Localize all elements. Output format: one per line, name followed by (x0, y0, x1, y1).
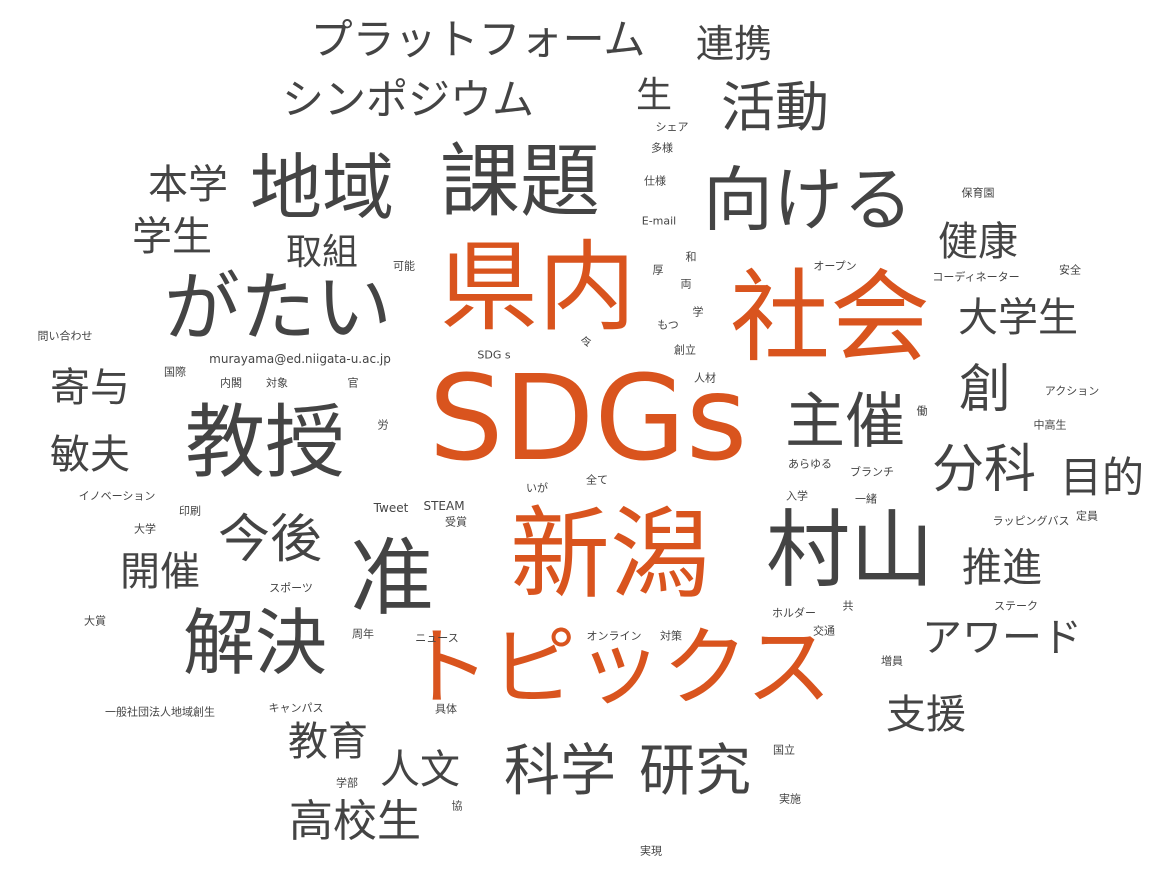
cloud-word: イノベーション (78, 489, 156, 503)
cloud-word: 敏夫 (50, 432, 130, 478)
cloud-word: 入学 (786, 489, 808, 503)
cloud-word: 厚 (652, 263, 664, 277)
cloud-word: Tweet (373, 501, 409, 515)
cloud-word: STEAM (423, 499, 465, 513)
cloud-word: 教授 (185, 396, 345, 489)
cloud-word: がたい (164, 263, 392, 352)
cloud-word: 安全 (1059, 263, 1081, 277)
cloud-word: E-mail (641, 214, 677, 228)
cloud-word: 両 (680, 277, 692, 291)
cloud-word: 仕様 (644, 174, 666, 188)
cloud-word: 創立 (674, 343, 696, 357)
cloud-word: 実施 (779, 792, 801, 806)
cloud-word: 主催 (785, 387, 905, 457)
cloud-word: 寄与 (50, 365, 130, 411)
cloud-word: 和 (685, 250, 697, 264)
cloud-word: もつ (657, 318, 679, 332)
cloud-word: シンポジウム (281, 75, 535, 124)
cloud-word: 活動 (721, 76, 829, 139)
cloud-word: 問い合わせ (37, 329, 93, 343)
cloud-word: プラットフォーム (310, 15, 646, 64)
cloud-word: 准 (349, 529, 435, 627)
cloud-word: キャンパス (268, 701, 324, 715)
cloud-word: 一般社団法人地域創生 (105, 705, 215, 719)
cloud-word: 交通 (813, 624, 835, 638)
cloud-word: 社会 (730, 259, 930, 376)
cloud-word: アクション (1044, 384, 1100, 398)
cloud-word: 解決 (182, 601, 328, 685)
cloud-word: 連携 (695, 22, 773, 66)
cloud-word: 研究 (639, 739, 751, 804)
cloud-word: 大賞 (84, 614, 106, 628)
cloud-word: murayama@ed.niigata-u.ac.jp (209, 352, 391, 366)
cloud-word: 学部 (336, 776, 358, 790)
cloud-word: アワード (922, 615, 1082, 661)
cloud-word: 官 (347, 376, 359, 390)
cloud-word: ラッピングバス (992, 514, 1070, 528)
cloud-word: コーディネーター (932, 270, 1020, 284)
cloud-word: 学 (692, 305, 704, 319)
cloud-word: 増員 (881, 654, 903, 668)
cloud-word: ブランチ (850, 465, 894, 479)
cloud-word: 対策 (660, 629, 682, 643)
cloud-word: 大学 (134, 522, 156, 536)
cloud-word: 対象 (266, 376, 288, 390)
cloud-word: 生 (635, 75, 673, 116)
cloud-word: 人材 (694, 371, 716, 385)
cloud-word: 大学生 (958, 295, 1078, 341)
cloud-word: 向ける (703, 159, 913, 241)
cloud-word: 保育園 (961, 186, 995, 200)
cloud-word: SDG s (477, 348, 511, 362)
cloud-word: 一緒 (855, 492, 877, 506)
cloud-word: 新潟 (510, 496, 710, 613)
cloud-word: 県内 (439, 231, 637, 345)
cloud-word: 全て (586, 473, 608, 487)
cloud-word: 具体 (435, 702, 457, 716)
cloud-word: 令 (580, 335, 592, 349)
cloud-word: 学生 (132, 214, 212, 260)
cloud-word: 受賞 (445, 515, 467, 529)
cloud-word: 人文 (380, 747, 460, 793)
cloud-word: 多様 (651, 141, 673, 155)
cloud-word: 支援 (886, 692, 966, 738)
cloud-word: 健康 (938, 219, 1018, 265)
cloud-word: 分科 (931, 440, 1037, 500)
cloud-word: いが (526, 481, 548, 495)
cloud-word: あらゆる (788, 457, 832, 471)
cloud-word: 目的 (1059, 453, 1145, 502)
cloud-word: 村山 (765, 501, 935, 599)
cloud-word: スポーツ (269, 581, 313, 595)
cloud-word: オンライン (586, 629, 642, 643)
cloud-word: 課題 (440, 135, 600, 228)
cloud-word: ステーク (994, 599, 1038, 613)
cloud-word: 内閣 (220, 376, 242, 390)
cloud-word: 創 (958, 360, 1012, 420)
cloud-word: 中高生 (1033, 418, 1067, 432)
cloud-word: 国立 (773, 743, 795, 757)
cloud-word: 高校生 (289, 796, 421, 847)
cloud-word: 教育 (288, 719, 368, 765)
cloud-word: 印刷 (179, 504, 201, 518)
cloud-word: 推進 (962, 545, 1042, 591)
cloud-word: ニュース (415, 631, 459, 645)
cloud-word: 開催 (120, 549, 200, 595)
cloud-word: 国際 (164, 365, 186, 379)
cloud-word: 地域 (249, 146, 395, 230)
cloud-word: ホルダー (772, 606, 816, 620)
cloud-word: 実現 (640, 844, 662, 858)
cloud-word: 周年 (352, 627, 374, 641)
cloud-word: オープン (813, 259, 857, 273)
cloud-word: シェア (655, 120, 689, 134)
cloud-word: 科学 (504, 739, 616, 804)
cloud-word: 今後 (217, 510, 323, 570)
cloud-word: 可能 (393, 259, 415, 273)
cloud-word: 共 (842, 599, 854, 613)
word-cloud: SDGs 新潟 県内 社会 トピックス 課題 地域 向ける がたい 教授准村山 解決 プラットフォーム… (0, 0, 1167, 875)
cloud-word: 働 (916, 404, 928, 418)
cloud-word: 労 (377, 418, 389, 432)
cloud-word: 取組 (285, 232, 359, 273)
cloud-word: 協 (451, 799, 463, 813)
cloud-word: 定員 (1076, 509, 1098, 523)
cloud-word: 本学 (148, 162, 228, 208)
